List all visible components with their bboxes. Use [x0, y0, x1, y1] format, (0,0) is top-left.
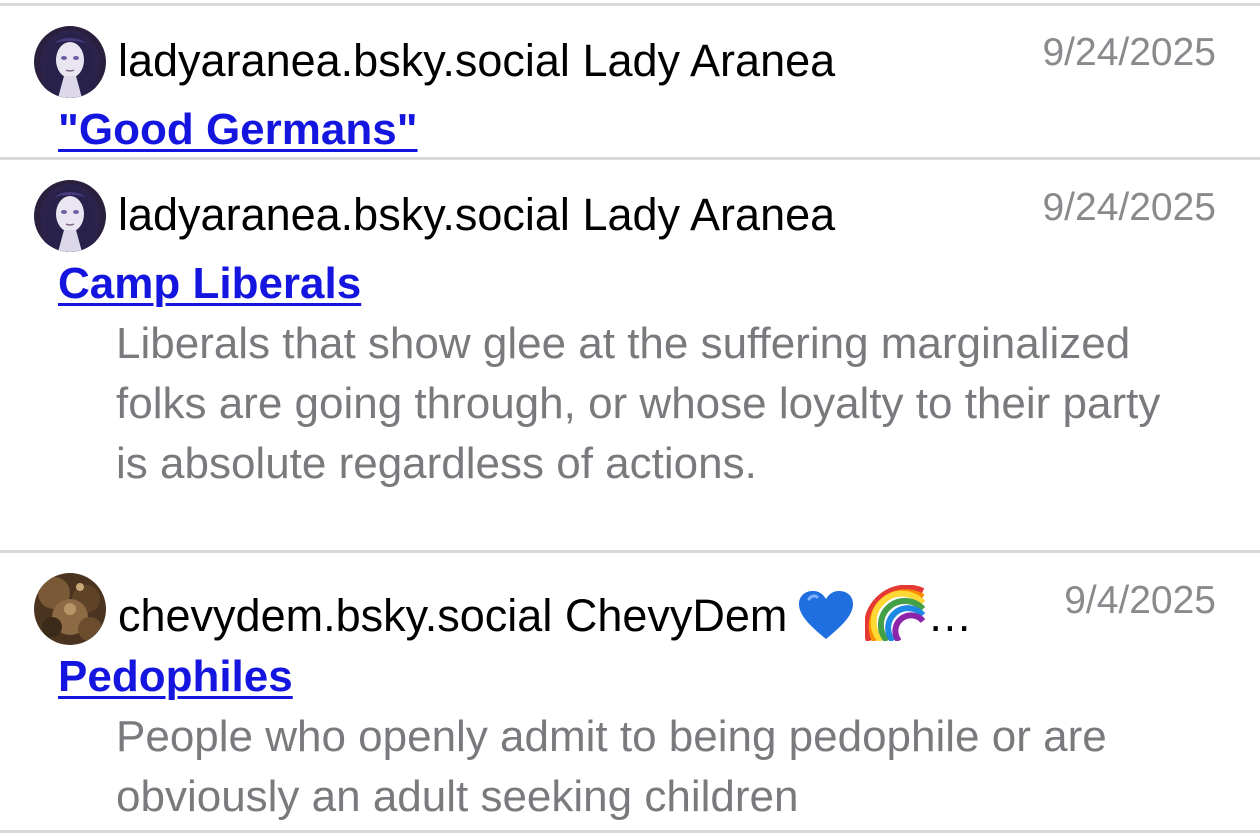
author-display-name[interactable]: Lady Aranea: [582, 189, 835, 240]
avatar-lady-aranea-icon[interactable]: [34, 180, 106, 252]
list-title-link[interactable]: Pedophiles: [58, 655, 293, 699]
list-description: Liberals that show glee at the suffering…: [116, 319, 1161, 488]
list-description: People who openly admit to being pedophi…: [116, 712, 1107, 821]
list-date: 9/24/2025: [1042, 186, 1216, 229]
display-name-overflow: …: [927, 590, 973, 641]
rainbow-icon: [864, 584, 926, 648]
author-handle[interactable]: ladyaranea.bsky.social: [118, 35, 570, 86]
divider: [0, 830, 1260, 833]
list-item[interactable]: ladyaranea.bsky.social Lady Aranea 9/24/…: [0, 160, 1260, 550]
avatar-lady-aranea-icon[interactable]: [34, 26, 106, 98]
list-date: 9/24/2025: [1042, 31, 1216, 74]
avatar-chevydem-icon[interactable]: [34, 573, 106, 645]
author-display-name[interactable]: Lady Aranea: [582, 35, 835, 86]
list-title-link[interactable]: Camp Liberals: [58, 262, 361, 306]
list-date: 9/4/2025: [1064, 579, 1216, 622]
list-title-link[interactable]: "Good Germans": [58, 108, 418, 152]
author-handle[interactable]: chevydem.bsky.social: [118, 590, 552, 641]
author-line[interactable]: ladyaranea.bsky.social Lady Aranea: [118, 38, 835, 83]
author-line[interactable]: chevydem.bsky.social ChevyDem …: [118, 584, 973, 648]
author-handle[interactable]: ladyaranea.bsky.social: [118, 189, 570, 240]
list-item[interactable]: chevydem.bsky.social ChevyDem… 9/4/2025 …: [0, 553, 1260, 833]
list-item[interactable]: ladyaranea.bsky.social Lady Aranea 9/24/…: [0, 0, 1260, 158]
blue-heart-icon: [797, 589, 855, 648]
author-line[interactable]: ladyaranea.bsky.social Lady Aranea: [118, 192, 835, 237]
author-display-name[interactable]: ChevyDem: [565, 590, 788, 641]
